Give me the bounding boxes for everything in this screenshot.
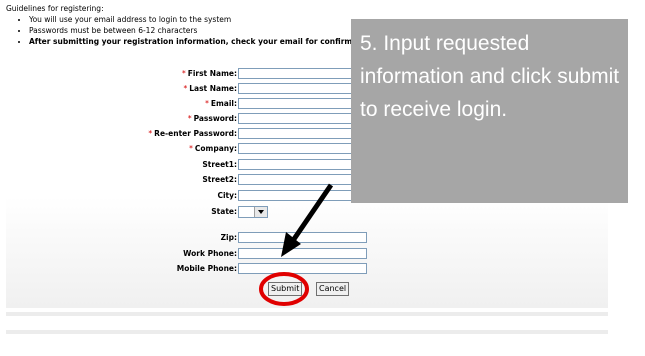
instruction-callout: 5. Input requested information and click… xyxy=(351,19,628,203)
mobile-phone-row: Mobile Phone: xyxy=(6,263,608,275)
footer-divider xyxy=(6,330,608,334)
password-label: * Password: xyxy=(187,114,237,123)
city-label: City: xyxy=(217,191,237,200)
zip-input[interactable] xyxy=(238,232,367,243)
required-marker: * xyxy=(205,99,209,108)
cancel-button[interactable]: Cancel xyxy=(316,282,350,296)
footer-divider xyxy=(6,312,608,316)
guideline-item: After submitting your registration infor… xyxy=(29,36,368,47)
company-input[interactable] xyxy=(238,143,367,154)
work-phone-input[interactable] xyxy=(238,248,367,259)
registration-guidelines: Guidelines for registering: You will use… xyxy=(6,3,368,47)
street1-label: Street1: xyxy=(202,160,237,169)
submit-button[interactable]: Submit xyxy=(268,282,303,296)
mobile-phone-label: Mobile Phone: xyxy=(176,264,237,273)
state-row: State: xyxy=(6,206,608,218)
required-marker: * xyxy=(189,144,193,153)
state-select[interactable] xyxy=(238,206,268,218)
required-marker: * xyxy=(187,114,192,123)
first-name-input[interactable] xyxy=(238,68,367,79)
street2-label: Street2: xyxy=(202,175,237,184)
required-marker: * xyxy=(148,129,153,138)
guideline-item: You will use your email address to login… xyxy=(29,14,368,25)
zip-label: Zip: xyxy=(220,233,237,242)
state-label: State: xyxy=(211,207,237,216)
street2-input[interactable] xyxy=(238,174,367,185)
company-label: * Company: xyxy=(189,144,237,153)
email-label: * Email: xyxy=(205,99,237,108)
last-name-input[interactable] xyxy=(238,83,367,94)
chevron-down-icon[interactable] xyxy=(254,207,267,217)
street1-input[interactable] xyxy=(238,159,367,170)
password-input[interactable] xyxy=(238,113,367,124)
guidelines-heading: Guidelines for registering: xyxy=(6,4,104,13)
zip-row: Zip: xyxy=(6,232,608,244)
guideline-item: Passwords must be between 6-12 character… xyxy=(29,25,368,36)
guidelines-list: You will use your email address to login… xyxy=(6,14,368,47)
work-phone-row: Work Phone: xyxy=(6,248,608,260)
reenter-password-input[interactable] xyxy=(238,128,367,139)
first-name-label: * First Name: xyxy=(181,69,237,78)
reenter-password-label: * Re-enter Password: xyxy=(148,129,237,138)
required-marker: * xyxy=(183,84,188,93)
city-input[interactable] xyxy=(238,190,367,201)
work-phone-label: Work Phone: xyxy=(183,249,237,258)
mobile-phone-input[interactable] xyxy=(238,263,367,274)
required-marker: * xyxy=(181,69,186,78)
callout-text: 5. Input requested information and click… xyxy=(360,32,620,121)
last-name-label: * Last Name: xyxy=(183,84,238,93)
email-input[interactable] xyxy=(238,98,367,109)
